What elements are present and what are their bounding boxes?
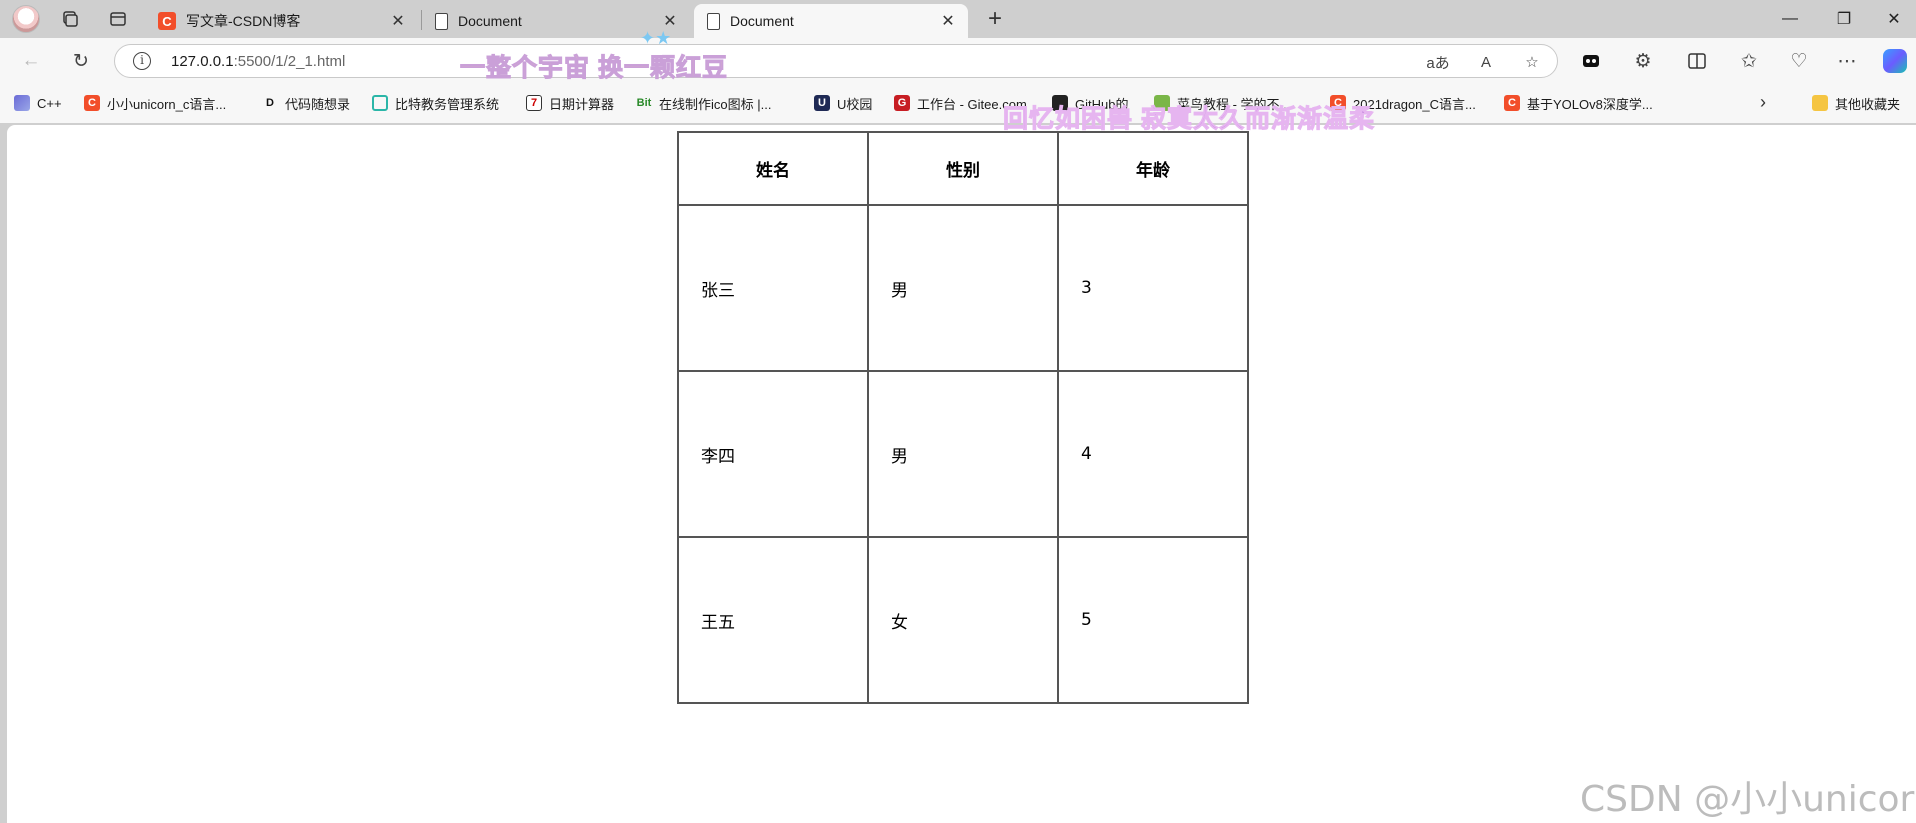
url-host: 127.0.0.1	[171, 53, 234, 70]
header-age: 年龄	[1057, 131, 1249, 206]
avatar	[12, 5, 40, 33]
bookmark-ico-maker[interactable]: Bit 在线制作ico图标 |...	[636, 92, 772, 114]
translate-icon[interactable]: aあ	[1425, 49, 1451, 75]
cell-age: 3	[1057, 204, 1249, 372]
tab-title: Document	[458, 13, 522, 29]
tab-actions-icon[interactable]	[98, 0, 138, 38]
cell-name: 张三	[677, 204, 869, 372]
document-icon	[707, 12, 720, 30]
bit-ico-icon: Bit	[636, 97, 652, 109]
site-info-icon[interactable]: i	[133, 52, 151, 70]
csdn-icon: C	[158, 12, 176, 30]
tab-strip: C 写文章-CSDN博客 ✕ Document ✕ Document ✕ + —…	[0, 0, 1916, 38]
cell-gender: 男	[867, 204, 1059, 372]
bookmark-csdn-blog[interactable]: C 小小unicorn_c语言...	[84, 92, 226, 114]
star-decoration-icon: ✦★	[640, 28, 672, 48]
close-icon[interactable]: ✕	[938, 11, 958, 31]
bookmark-label: 小小unicorn_c语言...	[107, 96, 227, 112]
table-row: 王五 女 5	[677, 536, 1249, 704]
page-content: 姓名 性别 年龄 张三 男 3 李四 男 4 王五 女 5	[7, 125, 1916, 823]
gitee-icon: G	[894, 95, 910, 111]
cell-name: 李四	[677, 370, 869, 538]
url-text: 127.0.0.1:5500/1/2_1.html	[171, 53, 345, 70]
new-tab-button[interactable]: +	[980, 5, 1010, 35]
url-path: :5500/1/2_1.html	[233, 53, 346, 70]
cell-name: 王五	[677, 536, 869, 704]
bookmark-label: 在线制作ico图标 |...	[659, 96, 772, 112]
bookmark-date-calc[interactable]: 7 日期计算器	[526, 92, 614, 114]
bookmark-other-favorites[interactable]: 其他收藏夹	[1812, 92, 1900, 114]
table-row: 李四 男 4	[677, 370, 1249, 538]
favorites-icon[interactable]: ✩	[1732, 44, 1766, 78]
desktop-lyric-line-1: 一整个宇宙 换一颗红豆	[460, 54, 728, 83]
cell-age: 5	[1057, 536, 1249, 704]
cell-age: 4	[1057, 370, 1249, 538]
people-table: 姓名 性别 年龄 张三 男 3 李四 男 4 王五 女 5	[677, 131, 1249, 704]
more-menu-icon[interactable]: ⋯	[1830, 44, 1864, 78]
chevron-right-icon[interactable]: ›	[1760, 92, 1766, 113]
restore-button[interactable]: ❐	[1816, 0, 1872, 38]
copilot-logo	[1883, 49, 1907, 73]
folder-icon	[1812, 95, 1828, 111]
tab-title: 写文章-CSDN博客	[186, 13, 301, 29]
extensions-puzzle-icon[interactable]: ⚙	[1626, 44, 1660, 78]
bookmark-cpp[interactable]: C++	[14, 92, 62, 114]
close-window-button[interactable]: ✕	[1866, 0, 1916, 38]
ucampus-icon: U	[814, 95, 830, 111]
workspaces-icon[interactable]	[50, 0, 90, 38]
split-screen-icon[interactable]	[1680, 44, 1714, 78]
browser-essentials-icon[interactable]: ♡	[1782, 44, 1816, 78]
bookmark-bit-edu[interactable]: 比特教务管理系统	[372, 92, 499, 114]
copilot-icon[interactable]	[1878, 44, 1912, 78]
bit-icon	[372, 95, 388, 111]
table-header-row: 姓名 性别 年龄	[677, 131, 1249, 206]
address-bar[interactable]: i 127.0.0.1:5500/1/2_1.html aあ A ☆	[114, 44, 1558, 78]
bookmark-label: 基于YOLOv8深度学...	[1527, 96, 1653, 112]
code-random-icon: D	[266, 97, 274, 109]
bookmark-ucampus[interactable]: U U校园	[814, 92, 872, 114]
bookmark-code-random[interactable]: D 代码随想录	[262, 92, 350, 114]
csdn-watermark: CSDN @小小unicorn	[1580, 779, 1916, 820]
csdn-icon: C	[84, 95, 100, 111]
document-icon	[435, 12, 448, 30]
bookmark-label: U校园	[837, 96, 873, 112]
extension-dashed-icon[interactable]	[1574, 44, 1608, 78]
table-row: 张三 男 3	[677, 204, 1249, 372]
cell-gender: 男	[867, 370, 1059, 538]
read-aloud-icon[interactable]: A	[1473, 49, 1499, 75]
minimize-button[interactable]: —	[1762, 0, 1818, 38]
bookmark-label: 比特教务管理系统	[395, 96, 500, 112]
desktop-lyric-line-2: 回忆如困兽 寂寞太久而渐渐温柔	[1003, 105, 1375, 134]
favorite-star-icon[interactable]: ☆	[1519, 49, 1545, 75]
tab-title: Document	[730, 13, 794, 29]
navigation-toolbar: ← ↻ i 127.0.0.1:5500/1/2_1.html aあ A ☆ ⚙…	[0, 38, 1916, 83]
bookmark-label: 代码随想录	[285, 96, 351, 112]
bookmarks-bar: C++ C 小小unicorn_c语言... D 代码随想录 比特教务管理系统 7日…	[0, 83, 1916, 123]
bookmark-label: 日期计算器	[549, 96, 615, 112]
header-name: 姓名	[677, 131, 869, 206]
refresh-button[interactable]: ↻	[64, 44, 98, 78]
profile-avatar[interactable]	[6, 0, 46, 38]
bookmark-label: 其他收藏夹	[1835, 96, 1901, 112]
tab-csdn-write[interactable]: C 写文章-CSDN博客 ✕	[148, 4, 418, 38]
cpp-icon	[14, 95, 30, 111]
back-button[interactable]: ←	[14, 44, 48, 78]
header-gender: 性别	[867, 131, 1059, 206]
tab-document-active[interactable]: Document ✕	[694, 4, 968, 38]
csdn-icon: C	[1504, 95, 1520, 111]
bookmark-yolov8[interactable]: C 基于YOLOv8深度学...	[1504, 92, 1653, 114]
bookmark-label: C++	[37, 95, 62, 111]
cell-gender: 女	[867, 536, 1059, 704]
close-icon[interactable]: ✕	[388, 11, 408, 31]
calendar-icon: 7	[526, 95, 542, 111]
